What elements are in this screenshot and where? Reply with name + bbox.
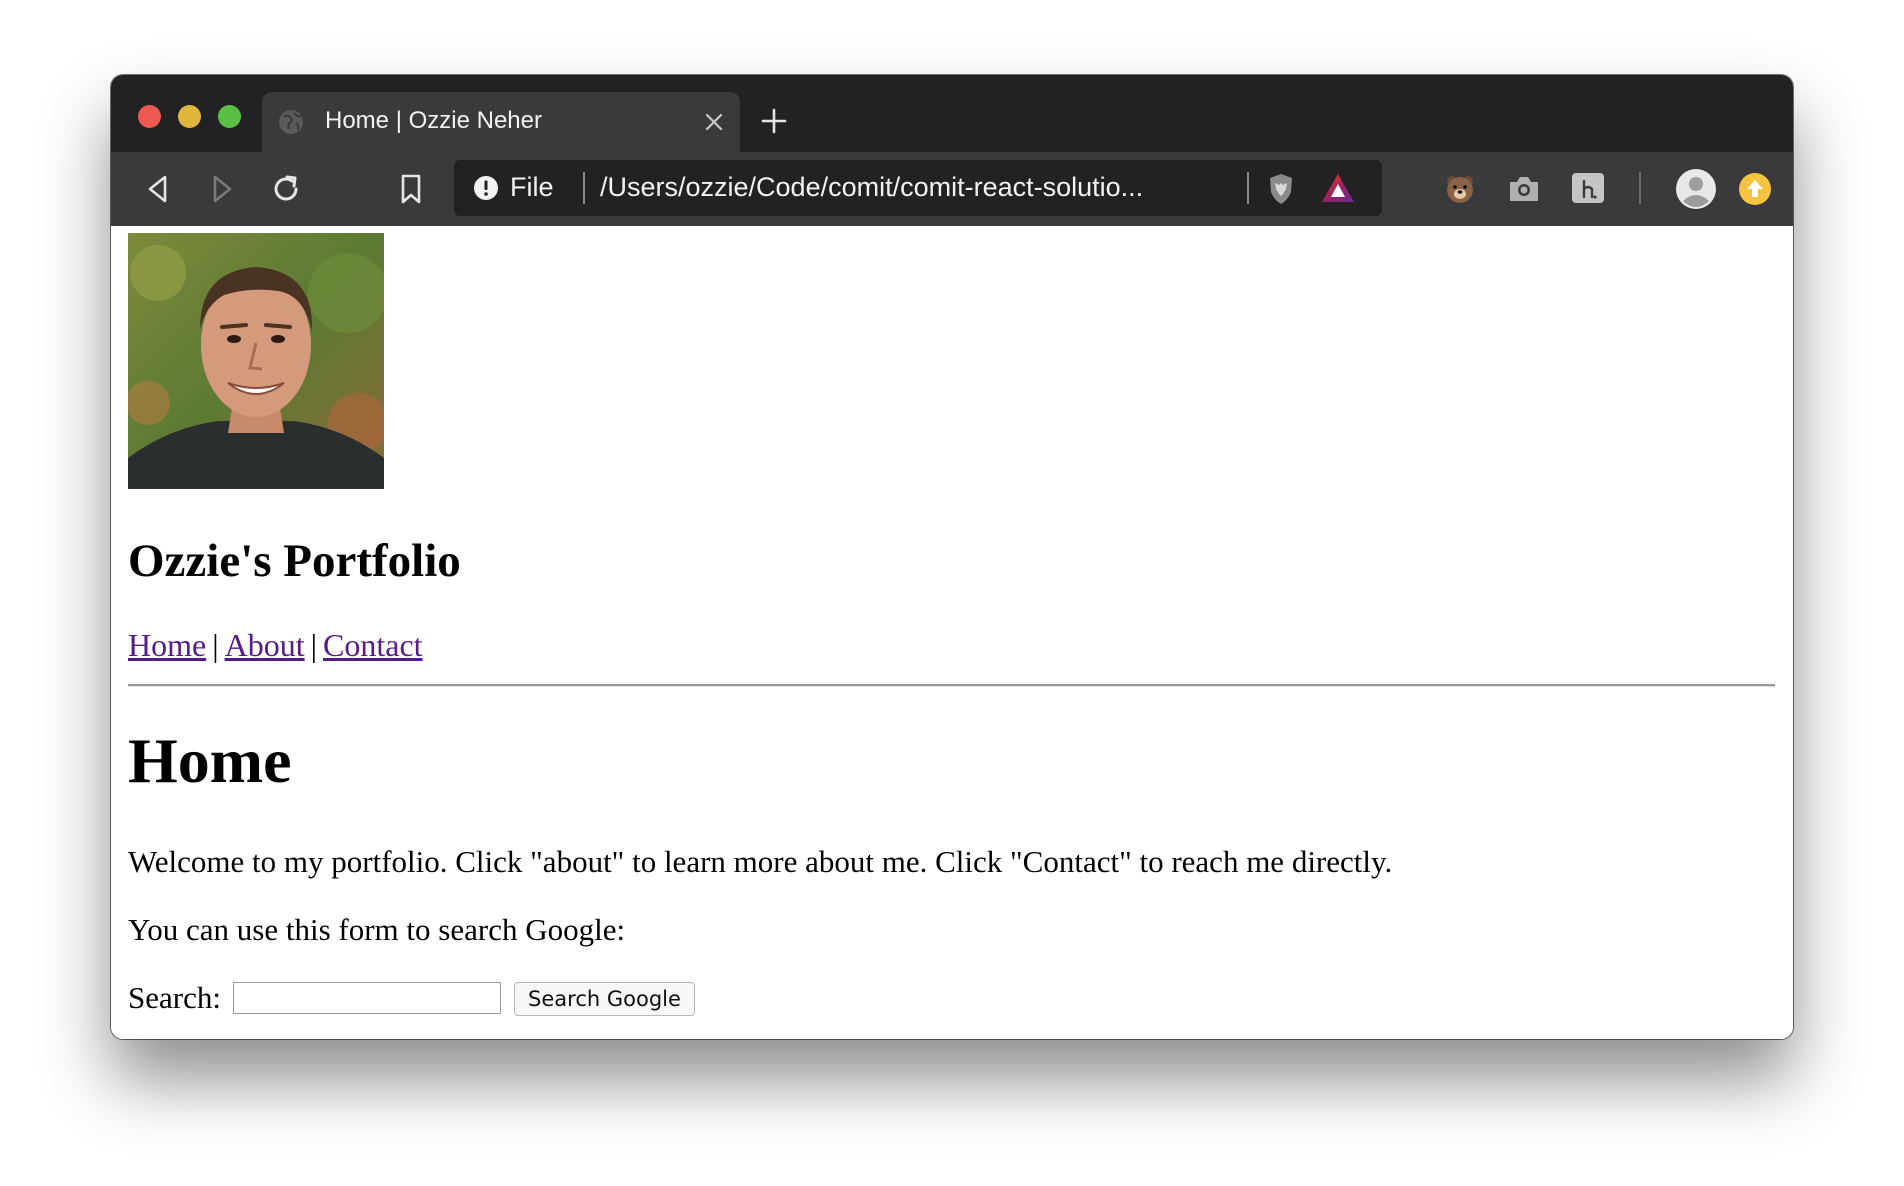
search-label: Search:	[128, 980, 221, 1015]
window-maximize-button[interactable]	[218, 105, 241, 128]
address-bar[interactable]: File /Users/ozzie/Code/comit/comit-react…	[454, 160, 1382, 216]
toolbar-divider	[1639, 172, 1641, 204]
page-heading: Home	[128, 725, 292, 796]
window-close-button[interactable]	[138, 105, 161, 128]
nav-separator: |	[310, 627, 318, 663]
browser-window: Home | Ozzie Neher File /Users/ozzie/Cod…	[111, 75, 1793, 1039]
info-icon[interactable]	[473, 175, 499, 201]
hypothesis-extension-icon[interactable]	[1571, 172, 1605, 206]
welcome-paragraph: Welcome to my portfolio. Click "about" t…	[128, 844, 1393, 879]
bear-extension-icon[interactable]	[1443, 172, 1477, 206]
tab-title: Home | Ozzie Neher	[325, 107, 542, 134]
horizontal-rule	[128, 684, 1775, 687]
plus-icon[interactable]	[760, 107, 788, 135]
address-divider	[583, 172, 585, 204]
profile-avatar-icon[interactable]	[1675, 168, 1717, 210]
bookmark-icon[interactable]	[398, 173, 424, 205]
url-text[interactable]: /Users/ozzie/Code/comit/comit-react-solu…	[600, 172, 1143, 203]
portrait-photo	[128, 233, 384, 489]
search-google-button[interactable]: Search Google	[514, 982, 695, 1016]
nav-link-about[interactable]: About	[225, 627, 305, 663]
nav-link-contact[interactable]: Contact	[323, 627, 423, 663]
reload-icon[interactable]	[269, 172, 303, 206]
brave-shields-icon[interactable]	[1266, 172, 1296, 206]
window-minimize-button[interactable]	[178, 105, 201, 128]
browser-tab[interactable]: Home | Ozzie Neher	[262, 92, 740, 152]
forward-icon[interactable]	[209, 174, 235, 204]
update-icon[interactable]	[1738, 172, 1772, 206]
page-content: Ozzie's Portfolio Home | About | Contact Hom…	[111, 226, 1793, 1039]
site-title: Ozzie's Portfolio	[128, 535, 461, 587]
scheme-label: File	[510, 172, 554, 202]
address-divider	[1247, 172, 1249, 204]
brave-rewards-icon[interactable]	[1320, 172, 1356, 204]
title-bar: Home | Ozzie Neher	[111, 75, 1793, 152]
nav-link-home[interactable]: Home	[128, 627, 206, 663]
browser-toolbar: File /Users/ozzie/Code/comit/comit-react…	[111, 152, 1793, 226]
site-nav: Home | About | Contact	[128, 627, 423, 664]
camera-extension-icon[interactable]	[1507, 174, 1541, 204]
search-input[interactable]	[233, 982, 501, 1014]
nav-separator: |	[212, 627, 219, 663]
search-intro-paragraph: You can use this form to search Google:	[128, 912, 626, 947]
close-icon[interactable]	[702, 110, 726, 134]
globe-icon	[279, 110, 303, 134]
back-icon[interactable]	[145, 174, 171, 204]
